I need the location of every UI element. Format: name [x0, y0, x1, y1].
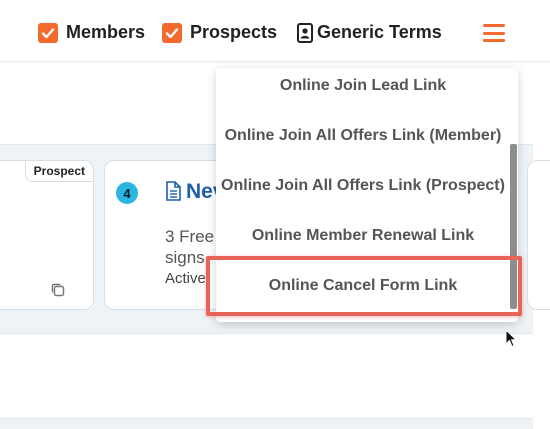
document-icon	[166, 181, 181, 201]
members-filter-label: Members	[66, 22, 146, 42]
generic-terms-toggle[interactable]: Generic Terms	[297, 22, 442, 43]
step-badge: 4	[116, 182, 138, 204]
menu-hamburger-icon[interactable]	[483, 24, 505, 42]
highlight-annotation	[206, 256, 522, 316]
contact-card-icon	[297, 22, 313, 43]
menu-item-online-member-renewal-link[interactable]: Online Member Renewal Link	[216, 221, 510, 251]
offer-description-line: 3 Free	[165, 227, 215, 246]
menu-item-online-join-lead-link[interactable]: Online Join Lead Link	[216, 71, 510, 101]
menu-item-online-join-all-offers-prospect[interactable]: Online Join All Offers Link (Prospect)	[216, 171, 510, 201]
prospect-tag: Prospect	[24, 161, 93, 182]
checkmark-icon	[165, 27, 179, 38]
offer-card[interactable]: Prospect	[0, 160, 94, 310]
checkmark-icon	[41, 27, 55, 38]
prospects-filter-label: Prospects	[190, 22, 278, 42]
prospects-filter[interactable]: Prospects	[162, 22, 277, 43]
members-checkbox[interactable]	[38, 22, 58, 43]
offer-card[interactable]	[527, 160, 550, 310]
prospects-checkbox[interactable]	[162, 22, 182, 43]
offer-status: Active	[165, 270, 206, 287]
offer-description-line: signs	[165, 248, 205, 267]
mouse-cursor-icon	[505, 329, 517, 348]
menu-item-online-join-all-offers-member[interactable]: Online Join All Offers Link (Member)	[216, 121, 510, 151]
generic-terms-label: Generic Terms	[317, 22, 442, 42]
copy-icon[interactable]	[50, 282, 66, 298]
top-bar: Members Prospects Generic Terms	[0, 0, 550, 62]
members-filter[interactable]: Members	[38, 22, 145, 43]
lower-section	[0, 418, 533, 429]
